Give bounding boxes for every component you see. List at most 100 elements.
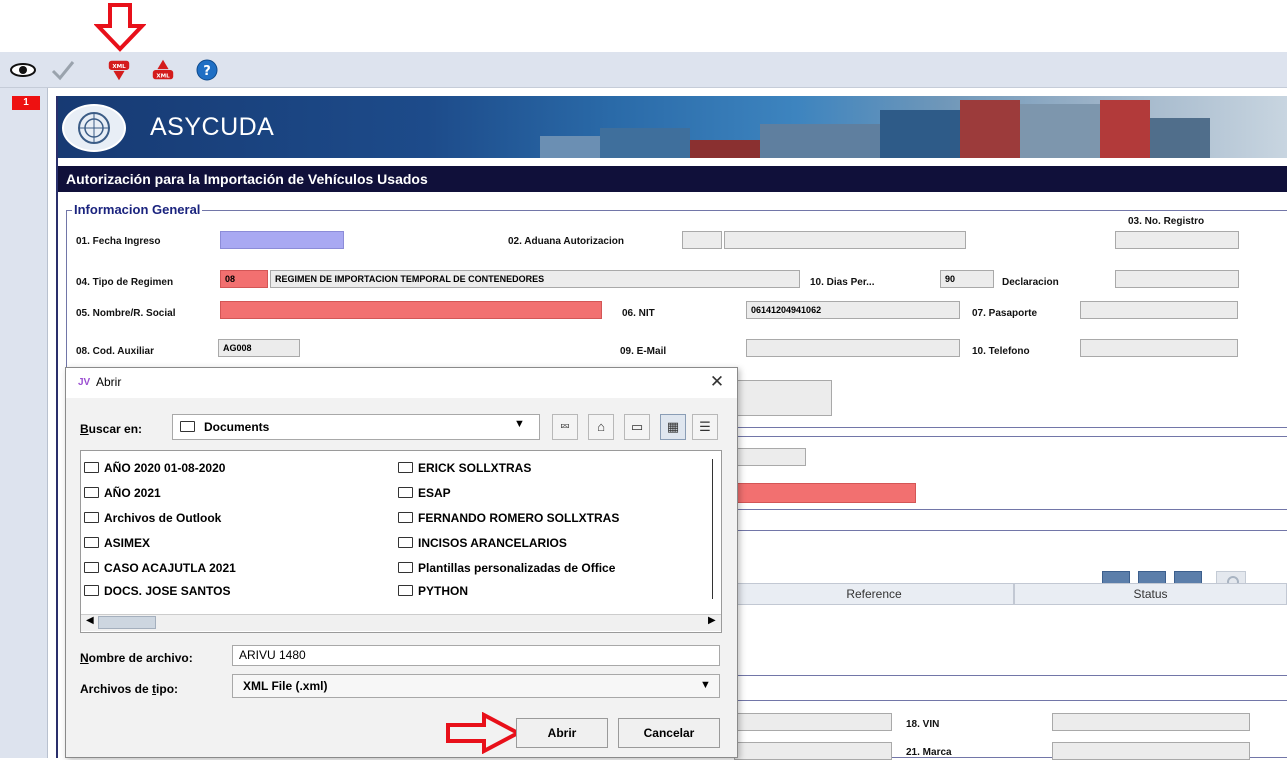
new-folder-button[interactable]: ▭ [624, 414, 650, 440]
declaracion-label: Declaracion [1002, 277, 1059, 288]
list-item[interactable]: PYTHON [398, 584, 468, 598]
annotation-arrow-right [446, 712, 522, 754]
nombre-social-label: 05. Nombre/R. Social [76, 308, 176, 319]
banner-container [600, 128, 690, 158]
cancel-button[interactable]: Cancelar [618, 718, 720, 748]
no-registro-label: 03. No. Registro [1128, 216, 1205, 227]
tipo-regimen-code-field[interactable]: 08 [220, 270, 268, 288]
brand-title: ASYCUDA [150, 113, 275, 141]
vin-field[interactable] [1052, 713, 1250, 731]
view-button[interactable] [10, 57, 36, 83]
folder-icon [84, 512, 99, 523]
tipo-regimen-label: 04. Tipo de Regimen [76, 277, 174, 288]
xml-import-button[interactable]: XML [106, 57, 132, 83]
scroll-right-icon[interactable]: ▶ [708, 615, 716, 626]
folder-icon [398, 585, 413, 596]
pasaporte-label: 07. Pasaporte [972, 308, 1038, 319]
document-tabs-strip [0, 88, 48, 758]
banner-container [690, 140, 760, 158]
details-view-button[interactable]: ☰ [692, 414, 718, 440]
pasaporte-field[interactable] [1080, 301, 1238, 319]
marca-field[interactable] [1052, 742, 1250, 760]
hidden-field[interactable] [734, 742, 892, 760]
details-view-icon: ☰ [699, 419, 711, 434]
banner-container [960, 100, 1020, 158]
document-tab[interactable]: 1 [12, 96, 40, 110]
status-column-header[interactable]: Status [1014, 583, 1287, 605]
banner-container [1150, 118, 1210, 158]
folder-icon [84, 487, 99, 498]
folder-icon [398, 537, 413, 548]
xml-import-icon: XML [108, 60, 130, 81]
close-button[interactable]: ✕ [706, 370, 728, 394]
list-item[interactable]: ESAP [398, 486, 451, 500]
aduana-autorizacion-label: 02. Aduana Autorizacion [508, 236, 624, 247]
telefono-field[interactable] [1080, 339, 1238, 357]
un-emblem-logo [62, 104, 126, 152]
cod-auxiliar-field[interactable]: AG008 [218, 339, 300, 357]
list-item[interactable]: FERNANDO ROMERO SOLLXTRAS [398, 511, 619, 525]
hidden-required-field[interactable] [734, 483, 916, 503]
svg-text:XML: XML [156, 73, 170, 79]
scroll-left-icon[interactable]: ◀ [86, 615, 94, 626]
list-item[interactable]: AÑO 2020 01-08-2020 [84, 461, 225, 475]
aduana-name-field[interactable] [724, 231, 966, 249]
look-in-value: Documents [204, 420, 270, 434]
reference-column-header[interactable]: Reference [734, 583, 1014, 605]
clipped-column [712, 459, 718, 599]
vin-label: 18. VIN [906, 719, 940, 730]
hidden-field[interactable] [734, 713, 892, 731]
nombre-social-field[interactable] [220, 301, 602, 319]
list-item[interactable]: DOCS. JOSE SANTOS [84, 584, 230, 598]
dias-permanencia-field[interactable]: 90 [940, 270, 994, 288]
email-label: 09. E-Mail [620, 346, 667, 357]
help-button[interactable]: ? [194, 57, 220, 83]
banner-container [1100, 100, 1150, 158]
home-button[interactable]: ⌂ [588, 414, 614, 440]
list-item[interactable]: INCISOS ARANCELARIOS [398, 536, 567, 550]
svg-text:?: ? [203, 64, 211, 79]
scrollbar-thumb[interactable] [98, 616, 156, 629]
file-type-dropdown[interactable]: XML File (.xml) [232, 674, 720, 698]
open-button[interactable]: Abrir [516, 718, 608, 748]
list-item[interactable]: ASIMEX [84, 536, 150, 550]
fecha-ingreso-label: 01. Fecha Ingreso [76, 236, 161, 247]
dias-permanencia-label: 10. Dias Per... [810, 277, 875, 288]
hidden-field[interactable] [734, 448, 806, 466]
banner-container [760, 124, 880, 158]
no-registro-field[interactable] [1115, 231, 1239, 249]
help-icon: ? [196, 59, 218, 81]
up-folder-button[interactable]: ⮹ [552, 414, 578, 440]
horizontal-scrollbar[interactable] [81, 614, 721, 631]
xml-export-button[interactable]: XML [150, 57, 176, 83]
list-item[interactable]: AÑO 2021 [84, 486, 161, 500]
list-item[interactable]: Plantillas personalizadas de Office [398, 561, 615, 575]
telefono-label: 10. Telefono [972, 346, 1030, 357]
chevron-down-icon: ▼ [700, 679, 711, 691]
nit-field[interactable]: 06141204941062 [746, 301, 960, 319]
folder-icon [84, 562, 99, 573]
form-title-bar: Autorización para la Importación de Vehí… [58, 166, 1287, 192]
list-view-button[interactable]: ▦ [660, 414, 686, 440]
file-name-input[interactable]: ARIVU 1480 [232, 645, 720, 666]
folder-icon [398, 512, 413, 523]
hidden-field[interactable] [734, 380, 832, 416]
tipo-regimen-desc-field[interactable]: REGIMEN DE IMPORTACION TEMPORAL DE CONTE… [270, 270, 800, 288]
email-field[interactable] [746, 339, 960, 357]
fecha-ingreso-field[interactable] [220, 231, 344, 249]
aduana-code-field[interactable] [682, 231, 722, 249]
folder-icon [84, 585, 99, 596]
dialog-title: Abrir [96, 375, 122, 389]
up-folder-icon: ⮹ [559, 419, 571, 434]
buscar-en-label: Buscar en: [80, 422, 143, 436]
dialog-title-bar [66, 368, 737, 398]
list-item[interactable]: CASO ACAJUTLA 2021 [84, 561, 236, 575]
declaracion-field[interactable] [1115, 270, 1239, 288]
validate-button[interactable] [50, 57, 76, 83]
list-item[interactable]: ERICK SOLLXTRAS [398, 461, 531, 475]
list-item[interactable]: Archivos de Outlook [84, 511, 221, 525]
banner-container [1020, 104, 1100, 158]
folder-icon [398, 487, 413, 498]
buscar-en-label-rest: uscar en: [88, 422, 143, 436]
grid-view-icon: ▦ [666, 419, 680, 434]
